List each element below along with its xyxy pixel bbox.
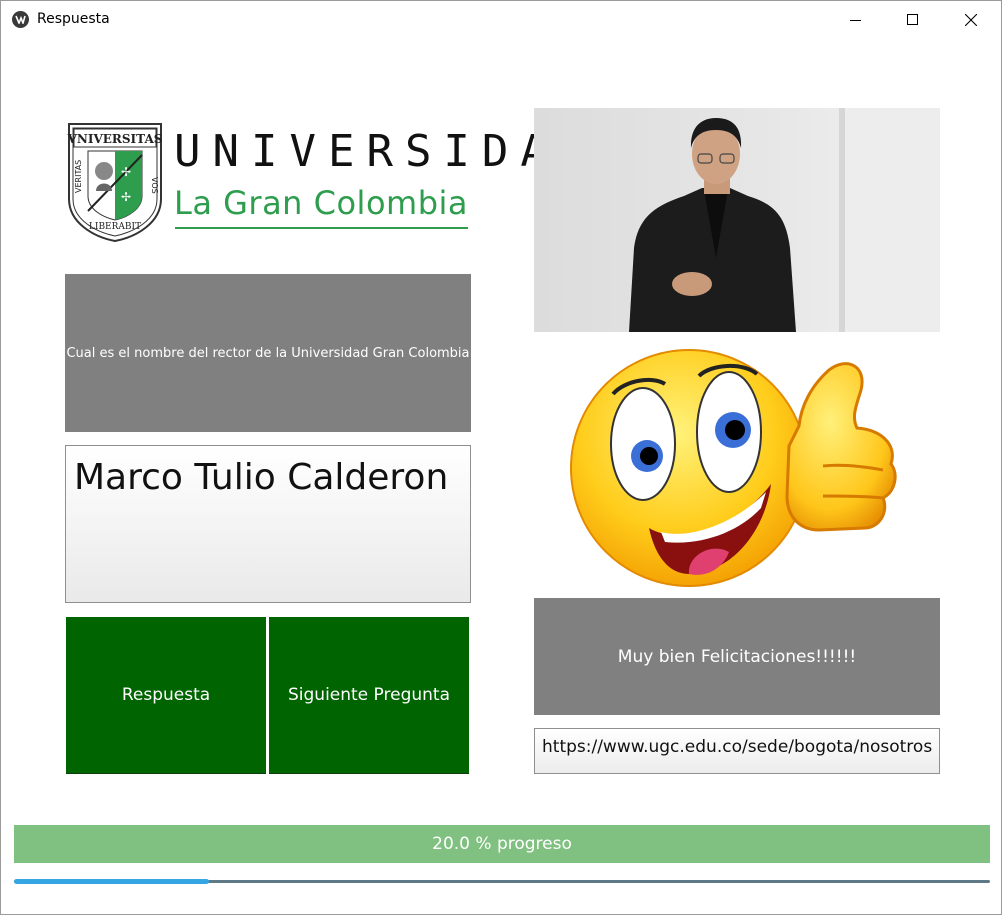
presenter-image bbox=[629, 108, 940, 332]
svg-text:✢: ✢ bbox=[121, 190, 131, 204]
respuesta-button[interactable]: Respuesta bbox=[66, 617, 266, 774]
maximize-icon bbox=[907, 14, 918, 25]
title-bar[interactable]: Respuesta bbox=[1, 1, 1001, 39]
logo-underline bbox=[175, 227, 468, 229]
svg-text:✢: ✢ bbox=[121, 165, 131, 179]
university-crest-icon: VNIVERSITAS ✢ ✢ VERITAS VOS LIBERABIT bbox=[67, 123, 163, 243]
logo-title-la-gran-colombia: La Gran Colombia bbox=[174, 184, 468, 222]
maximize-button[interactable] bbox=[884, 1, 942, 39]
svg-text:VNIVERSITAS: VNIVERSITAS bbox=[67, 132, 163, 146]
progress-bar bbox=[14, 879, 990, 884]
svg-text:LIBERABIT: LIBERABIT bbox=[89, 222, 141, 232]
svg-text:VERITAS: VERITAS bbox=[74, 160, 83, 193]
app-window: Respuesta VNIVERSITAS ✢ ✢ VERITAS VOS LI… bbox=[0, 0, 1002, 915]
question-text: Cual es el nombre del rector de la Unive… bbox=[66, 345, 470, 361]
minimize-icon bbox=[850, 20, 861, 21]
progress-text: 20.0 % progreso bbox=[432, 834, 572, 854]
university-logo: VNIVERSITAS ✢ ✢ VERITAS VOS LIBERABIT UN… bbox=[66, 121, 585, 246]
close-button[interactable] bbox=[942, 1, 1000, 39]
progress-bar-fill bbox=[14, 879, 210, 884]
next-question-button[interactable]: Siguiente Pregunta bbox=[269, 617, 469, 774]
feedback-panel: Muy bien Felicitaciones!!!!!! bbox=[534, 598, 940, 715]
progress-label: 20.0 % progreso bbox=[14, 825, 990, 863]
feedback-text: Muy bien Felicitaciones!!!!!! bbox=[617, 646, 857, 667]
url-input[interactable]: https://www.ugc.edu.co/sede/bogota/nosot… bbox=[534, 728, 940, 774]
video-player[interactable] bbox=[534, 108, 940, 332]
question-panel: Cual es el nombre del rector de la Unive… bbox=[65, 274, 471, 432]
svg-text:VOS: VOS bbox=[150, 177, 159, 194]
kivy-app-icon bbox=[12, 11, 29, 28]
answer-input[interactable]: Marco Tulio Calderon bbox=[65, 445, 471, 603]
window-title: Respuesta bbox=[37, 11, 110, 27]
minimize-button[interactable] bbox=[827, 1, 885, 39]
close-icon bbox=[965, 14, 977, 26]
thumbs-up-smiley-icon bbox=[570, 349, 897, 587]
